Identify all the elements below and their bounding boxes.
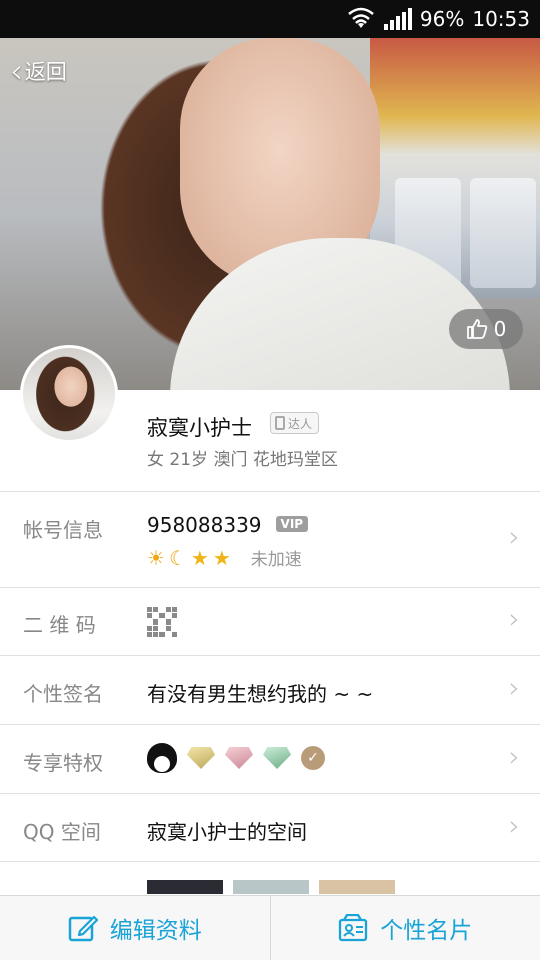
speed-status: 未加速 xyxy=(250,550,302,570)
row-qrcode[interactable]: 二 维 码 › xyxy=(0,588,540,656)
nickname: 寂寞小护士 xyxy=(147,416,252,440)
row-qzone[interactable]: QQ 空间 寂寞小护士的空间 › xyxy=(0,794,540,862)
row-label: 专享特权 xyxy=(23,751,103,775)
row-label: 二 维 码 xyxy=(23,613,96,637)
profile-details: 女 21岁 澳门 花地玛堂区 xyxy=(147,450,338,470)
cover-jar xyxy=(470,178,536,288)
row-account-info[interactable]: 帐号信息 958088339 VIP ☀ ☾ ★ ★ 未加速 › xyxy=(0,492,540,588)
vip-badge: VIP xyxy=(275,516,309,532)
qq-number-text: 958088339 xyxy=(147,513,262,537)
like-count: 0 xyxy=(493,317,507,341)
chevron-right-icon: › xyxy=(508,602,520,635)
expert-badge[interactable]: 达人 xyxy=(270,412,320,434)
star-icon: ★ xyxy=(212,545,231,570)
personal-card-label: 个性名片 xyxy=(380,918,473,944)
profile-screen: 96% 10:53 ‹ 返回 0 寂寞小护士 达人 女 21岁 澳门 花地玛堂区… xyxy=(0,0,540,960)
chevron-left-icon: ‹ xyxy=(10,52,23,90)
back-button[interactable]: ‹ 返回 xyxy=(10,52,67,90)
row-label: QQ 空间 xyxy=(23,820,101,844)
wifi-icon xyxy=(348,7,374,28)
moon-icon: ☾ xyxy=(168,545,187,570)
check-badge-icon: ✓ xyxy=(301,746,325,770)
row-signature[interactable]: 个性签名 有没有男生想约我的 ~ ~ › xyxy=(0,656,540,725)
photo-strip[interactable] xyxy=(147,880,395,894)
photo-thumbnail[interactable] xyxy=(319,880,395,894)
signal-icon xyxy=(383,8,412,30)
thumbs-up-icon xyxy=(466,319,487,339)
qq-number: 958088339 VIP xyxy=(147,513,309,537)
qzone-name: 寂寞小护士的空间 xyxy=(147,820,307,844)
back-label: 返回 xyxy=(24,60,67,84)
chevron-right-icon: › xyxy=(508,740,520,773)
phone-icon xyxy=(275,416,285,430)
like-button[interactable]: 0 xyxy=(449,309,523,349)
status-bar: 96% 10:53 xyxy=(0,0,540,38)
row-label: 帐号信息 xyxy=(23,518,103,542)
photo-thumbnail[interactable] xyxy=(233,880,309,894)
star-icon: ★ xyxy=(190,545,209,570)
chevron-right-icon: › xyxy=(508,671,520,704)
level-icons: ☀ ☾ ★ ★ 未加速 xyxy=(147,545,302,571)
photo-thumbnail[interactable] xyxy=(147,880,223,894)
personal-card-button[interactable]: 个性名片 xyxy=(269,896,540,960)
signature-text: 有没有男生想约我的 ~ ~ xyxy=(147,682,374,706)
edit-icon xyxy=(68,915,98,942)
card-icon xyxy=(339,914,368,942)
row-privileges[interactable]: 专享特权 ✓ › xyxy=(0,725,540,794)
qrcode-icon xyxy=(147,607,177,637)
edit-profile-label: 编辑资料 xyxy=(109,918,202,944)
gold-diamond-icon xyxy=(187,747,215,769)
chevron-right-icon: › xyxy=(508,809,520,842)
badge-label: 达人 xyxy=(288,416,313,431)
green-diamond-icon xyxy=(263,747,291,769)
privilege-icons: ✓ xyxy=(147,743,325,773)
sun-icon: ☀ xyxy=(147,545,165,570)
edit-profile-button[interactable]: 编辑资料 xyxy=(0,896,270,960)
battery-level: 96% xyxy=(419,7,465,31)
clock: 10:53 xyxy=(472,7,530,31)
penguin-icon xyxy=(147,743,177,773)
avatar[interactable] xyxy=(20,345,118,443)
pink-diamond-icon xyxy=(225,747,253,769)
row-label: 个性签名 xyxy=(23,682,103,706)
chevron-right-icon: › xyxy=(508,520,520,553)
bottom-action-bar: 编辑资料 个性名片 xyxy=(0,895,540,960)
